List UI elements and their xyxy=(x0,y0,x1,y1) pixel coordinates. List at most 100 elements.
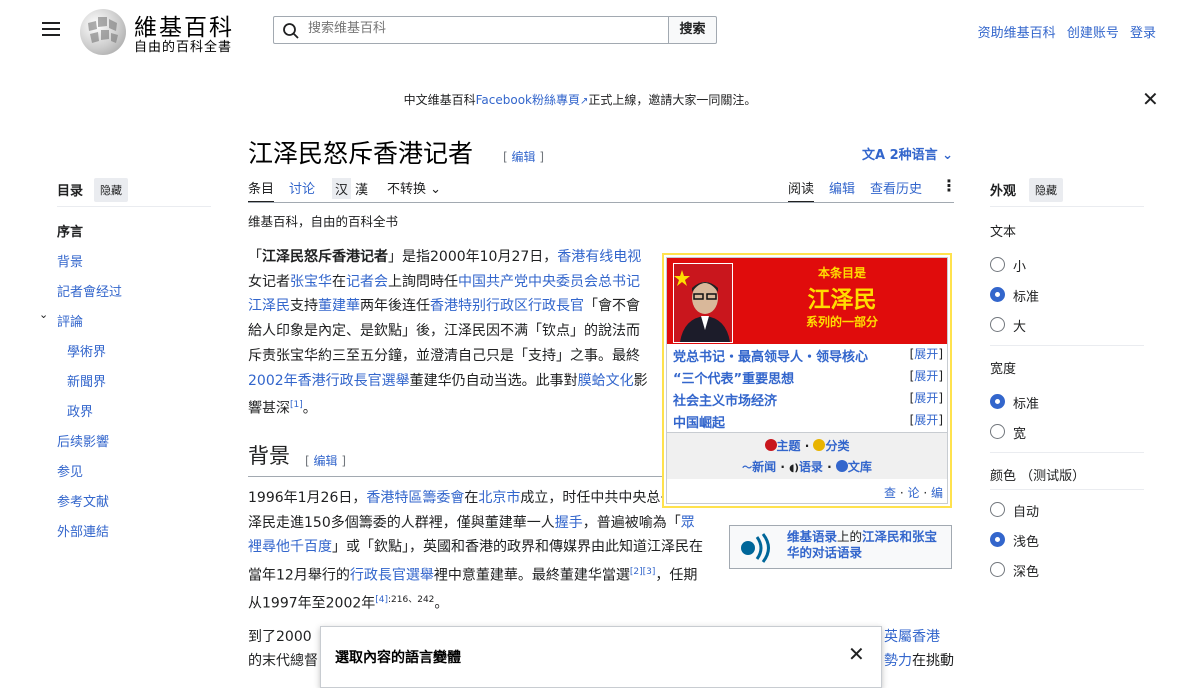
radio-label[interactable]: 标准 xyxy=(1013,393,1039,412)
infobox-row[interactable]: 党总书记・最高领导人・领导核心 [展开] xyxy=(667,344,947,366)
donate-link[interactable]: 资助维基百科 xyxy=(978,26,1056,41)
reference-link[interactable]: [1] xyxy=(290,400,303,410)
portrait-image[interactable] xyxy=(673,263,733,343)
radio-label[interactable]: 宽 xyxy=(1013,423,1026,442)
link-cable-tv[interactable]: 香港有线电视 xyxy=(557,249,641,265)
radio-width-wide[interactable] xyxy=(990,424,1005,439)
portal-quote-link[interactable]: 语录 xyxy=(799,460,823,474)
wikipedia-globe-logo[interactable] xyxy=(80,9,126,55)
close-icon[interactable]: ✕ xyxy=(848,642,865,666)
tab-traditional[interactable]: 漢 xyxy=(352,178,371,199)
portal-news-link[interactable]: 新闻 xyxy=(752,460,776,474)
radio-label[interactable]: 小 xyxy=(1013,256,1026,275)
radio-text-small[interactable] xyxy=(990,257,1005,272)
expand-toggle[interactable]: [展开] xyxy=(910,345,943,362)
search-button[interactable]: 搜索 xyxy=(668,16,717,44)
toc-item-external-links[interactable]: 外部連結 xyxy=(57,521,109,540)
infobox-row[interactable]: 中国崛起 [展开] xyxy=(667,410,947,432)
vte-view-link[interactable]: 查 xyxy=(884,486,896,500)
variant-dropdown[interactable]: 不转换 ⌄ xyxy=(387,178,441,197)
infobox-row[interactable]: “三个代表”重要思想 [展开] xyxy=(667,366,947,388)
toc-item-intro[interactable]: 序言 xyxy=(57,221,83,240)
radio-text-large[interactable] xyxy=(990,317,1005,332)
radio-width-standard[interactable] xyxy=(990,394,1005,409)
tab-talk[interactable]: 讨论 xyxy=(289,178,315,197)
link-press-conference[interactable]: 记者会 xyxy=(346,274,388,290)
radio-label[interactable]: 深色 xyxy=(1013,561,1039,580)
login-link[interactable]: 登录 xyxy=(1130,26,1156,41)
link-tung-chee-hwa[interactable]: 董建華 xyxy=(318,298,360,314)
link-ce-election[interactable]: 行政長官選舉 xyxy=(350,568,434,584)
infobox-row-label[interactable]: 党总书记・最高领导人・领导核心 xyxy=(673,346,868,365)
appearance-hide-button[interactable]: 隐藏 xyxy=(1029,178,1063,202)
vte-talk-link[interactable]: 论 xyxy=(908,486,920,500)
radio-text-standard[interactable] xyxy=(990,287,1005,302)
link-british-hong-kong[interactable]: 英屬香港 xyxy=(884,626,940,646)
radio-color-dark[interactable] xyxy=(990,562,1005,577)
infobox-row-label[interactable]: “三个代表”重要思想 xyxy=(673,368,794,387)
link-general-secretary[interactable]: 中国共产党中央委员会总书记 xyxy=(458,274,640,290)
expand-toggle[interactable]: [展开] xyxy=(910,389,943,406)
link-reporter[interactable]: 张宝华 xyxy=(290,274,332,290)
link-beijing[interactable]: 北京市 xyxy=(478,490,520,506)
section-edit-link[interactable]: [ 编辑 ] xyxy=(305,452,346,469)
link-preparatory-committee[interactable]: 香港特區籌委會 xyxy=(366,490,464,506)
tab-edit[interactable]: 编辑 xyxy=(829,178,855,197)
infobox-row-label[interactable]: 中国崛起 xyxy=(673,412,725,431)
expand-label[interactable]: 展开 xyxy=(914,413,938,427)
expand-label[interactable]: 展开 xyxy=(914,347,938,361)
close-icon[interactable]: ✕ xyxy=(1142,89,1159,109)
portal-topic-link[interactable]: 主题 xyxy=(777,439,801,453)
radio-color-light[interactable] xyxy=(990,532,1005,547)
toc-item-academia[interactable]: 學術界 xyxy=(67,341,106,360)
toc-item-commentary[interactable]: 評論 xyxy=(57,311,83,330)
infobox-row[interactable]: 社会主义市场经济 [展开] xyxy=(667,388,947,410)
link-handshake[interactable]: 握手 xyxy=(555,515,583,531)
radio-label[interactable]: 浅色 xyxy=(1013,531,1039,550)
link-election-2002[interactable]: 2002年香港行政長官選舉 xyxy=(248,373,410,389)
search-input[interactable] xyxy=(306,20,650,37)
portal-library-link[interactable]: 文库 xyxy=(848,460,872,474)
portal-category-link[interactable]: 分类 xyxy=(825,439,849,453)
toc-item-politics[interactable]: 政界 xyxy=(67,401,93,420)
expand-label[interactable]: 展开 xyxy=(914,369,938,383)
tab-read[interactable]: 阅读 xyxy=(788,178,815,203)
link-moha-culture[interactable]: 膜蛤文化 xyxy=(578,373,634,389)
expand-toggle[interactable]: [展开] xyxy=(910,411,943,428)
radio-label[interactable]: 标准 xyxy=(1013,286,1039,305)
reference-link[interactable]: [2][3] xyxy=(630,567,656,577)
vte-edit-link[interactable]: 编 xyxy=(931,486,943,500)
language-button[interactable]: 文A 2种语言 ⌄ xyxy=(862,144,953,163)
infobox-head-name[interactable]: 江泽民 xyxy=(737,280,947,314)
facebook-page-link[interactable]: Facebook粉絲專頁 xyxy=(476,93,580,107)
link-chief-executive[interactable]: 香港特别行政区行政長官 xyxy=(430,298,584,314)
toc-item-references[interactable]: 参考文献 xyxy=(57,491,109,510)
more-options-icon[interactable]: ⋮ xyxy=(941,176,957,195)
toc-collapse-icon[interactable]: ⌄ xyxy=(39,308,48,321)
title-edit-label[interactable]: 编辑 xyxy=(512,150,536,164)
infobox-row-label[interactable]: 社会主义市场经济 xyxy=(673,390,777,409)
toc-item-press-conference[interactable]: 記者會经过 xyxy=(57,281,122,300)
toc-item-aftermath[interactable]: 后续影響 xyxy=(57,431,109,450)
radio-label[interactable]: 大 xyxy=(1013,316,1026,335)
toc-hide-button[interactable]: 隐藏 xyxy=(94,178,128,202)
wikiquote-link[interactable]: 维基语录 xyxy=(787,529,837,544)
link-jiang-zemin[interactable]: 江泽民 xyxy=(248,298,290,314)
reference-link[interactable]: [4] xyxy=(375,595,388,605)
tab-history[interactable]: 查看历史 xyxy=(870,178,922,197)
create-account-link[interactable]: 创建账号 xyxy=(1067,26,1119,41)
expand-label[interactable]: 展开 xyxy=(914,391,938,405)
radio-label[interactable]: 自动 xyxy=(1013,501,1039,520)
toc-item-background[interactable]: 背景 xyxy=(57,251,83,270)
link-forces[interactable]: 勢力 xyxy=(884,653,912,669)
toc-item-press[interactable]: 新聞界 xyxy=(67,371,106,390)
tab-article[interactable]: 条目 xyxy=(248,178,275,203)
section-edit-label[interactable]: 编辑 xyxy=(314,454,338,468)
search-box[interactable] xyxy=(273,16,669,44)
toc-item-see-also[interactable]: 参见 xyxy=(57,461,83,480)
expand-toggle[interactable]: [展开] xyxy=(910,367,943,384)
title-edit-link[interactable]: [ 编辑 ] xyxy=(503,148,544,165)
tab-simplified[interactable]: 汉 xyxy=(332,178,352,199)
main-menu-icon[interactable] xyxy=(42,22,60,38)
radio-color-auto[interactable] xyxy=(990,502,1005,517)
